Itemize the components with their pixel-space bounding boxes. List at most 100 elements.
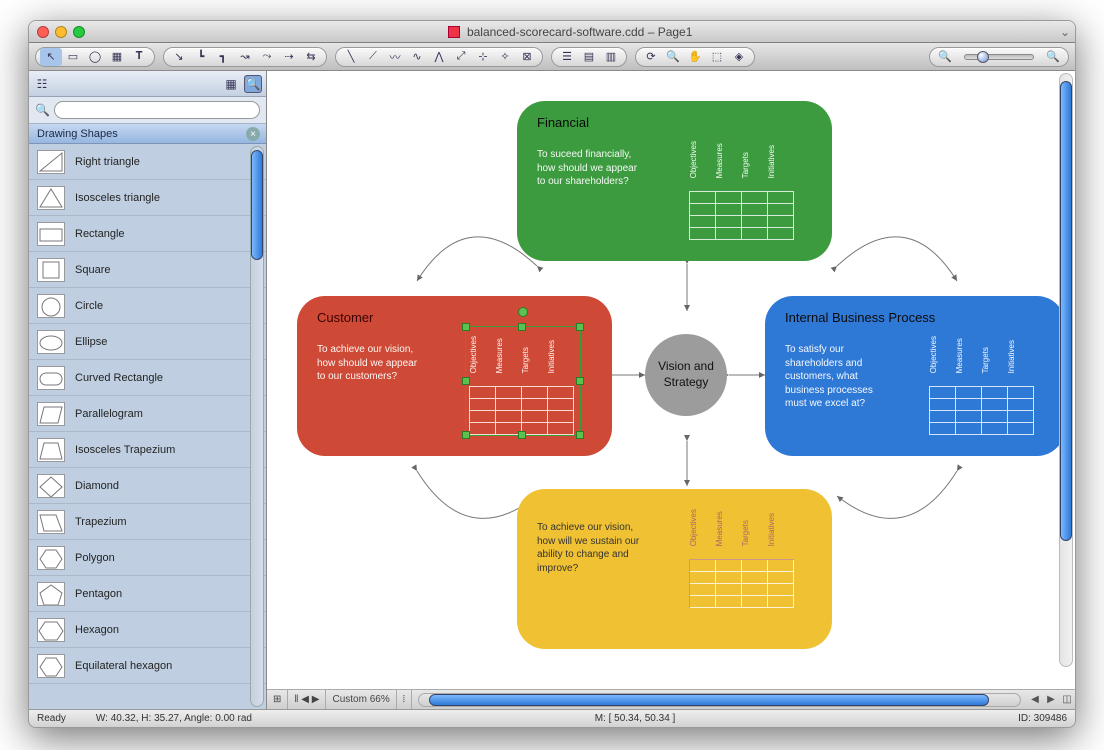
sidebar-header: ☷ ▦ 🔍 [29,71,266,97]
shape-item[interactable]: Pentagon [29,576,266,612]
shape-item[interactable]: Isosceles triangle [29,180,266,216]
shape-label: Equilateral hexagon [75,660,172,672]
hand-tool[interactable]: ✋ [684,48,706,66]
canvas-hscroll-thumb[interactable] [429,694,989,706]
shape-item[interactable]: Square [29,252,266,288]
connector-4[interactable]: ↝ [234,48,256,66]
shape-icon [37,438,65,462]
shape-label: Trapezium [75,516,127,528]
shape-item[interactable]: Equilateral hexagon [29,648,266,684]
align-3[interactable]: ▥ [600,48,622,66]
statusbar: Ready W: 40.32, H: 35.27, Angle: 0.00 ra… [29,709,1075,727]
line-6[interactable]: ⤢ [450,48,472,66]
center-node-vision[interactable]: Vision and Strategy [645,334,727,416]
canvas-footer: ⊞ ‖ ◀ ▶ Custom 66% ⦙ ◀ ▶ ◫ [267,689,1075,709]
hscroll-left[interactable]: ◀ [1027,694,1043,705]
hscroll-right[interactable]: ▶ [1043,694,1059,705]
page-nav[interactable]: ‖ ◀ ▶ [288,690,326,709]
connector-3[interactable]: ┓ [212,48,234,66]
shape-item[interactable]: Isosceles Trapezium [29,432,266,468]
shape-item[interactable]: Parallelogram [29,396,266,432]
status-dimensions: W: 40.32, H: 35.27, Angle: 0.00 rad [96,713,252,724]
connector-1[interactable]: ↘ [168,48,190,66]
shape-label: Rectangle [75,228,125,240]
text-tool[interactable]: 𝐓 [128,48,150,66]
card-desc: To achieve our vision, how will we susta… [537,521,647,575]
window-title: balanced-scorecard-software.cdd – Page1 [85,25,1055,39]
canvas-vscroll-thumb[interactable] [1060,81,1072,541]
connector-7[interactable]: ⇆ [300,48,322,66]
card-desc: To suceed financially, how should we app… [537,148,647,189]
line-8[interactable]: ✧ [494,48,516,66]
shape-item[interactable]: Ellipse [29,324,266,360]
refresh-button[interactable]: ⟳ [640,48,662,66]
shape-label: Hexagon [75,624,119,636]
shape-icon [37,186,65,210]
zoom-slider[interactable] [964,54,1034,60]
card-internal[interactable]: Internal Business Process To satisfy our… [765,296,1065,456]
shape-item[interactable]: Circle [29,288,266,324]
line-4[interactable]: ∿ [406,48,428,66]
footer-corner-icon[interactable]: ◫ [1059,694,1075,705]
minimize-window-button[interactable] [55,26,67,38]
pointer-tool[interactable]: ↖ [40,48,62,66]
line-7[interactable]: ⊹ [472,48,494,66]
tool-group-connectors: ↘ ┗ ┓ ↝ ⤳ ⇢ ⇆ [163,47,327,67]
connector-2[interactable]: ┗ [190,48,212,66]
marquee-tool[interactable]: ⬚ [706,48,728,66]
panel-search-icon[interactable]: 🔍 [244,75,262,93]
section-header-shapes[interactable]: Drawing Shapes × [29,124,266,144]
title-text: balanced-scorecard-software.cdd – Page1 [467,25,692,39]
shape-icon [37,294,65,318]
search-input[interactable] [54,101,260,119]
connector-6[interactable]: ⇢ [278,48,300,66]
shape-item[interactable]: Diamond [29,468,266,504]
shape-item[interactable]: Right triangle [29,144,266,180]
shape-label: Isosceles Trapezium [75,444,175,456]
sidebar-scroll-thumb[interactable] [251,150,263,260]
tool-group-lines: ╲ ⟋ 〰 ∿ ⋀ ⤢ ⊹ ✧ ⊠ [335,47,543,67]
card-financial[interactable]: Financial To suceed financially, how sho… [517,101,832,261]
line-5[interactable]: ⋀ [428,48,450,66]
table-tool[interactable]: ▦ [106,48,128,66]
zoom-display[interactable]: Custom 66% [326,690,396,709]
canvas-hscrollbar[interactable] [418,693,1021,707]
line-3[interactable]: 〰 [384,48,406,66]
section-close-icon[interactable]: × [246,127,260,141]
zoom-tool[interactable]: 🔍 [662,48,684,66]
document-icon [448,26,460,38]
panel-tree-icon[interactable]: ☷ [33,75,51,93]
panel-grid-icon[interactable]: ▦ [222,75,240,93]
line-1[interactable]: ╲ [340,48,362,66]
shape-item[interactable]: Rectangle [29,216,266,252]
footer-toggle-icon[interactable]: ⊞ [267,690,288,709]
align-2[interactable]: ▤ [578,48,600,66]
workspace: ☷ ▦ 🔍 🔍 Drawing Shapes × Right triangle I… [29,71,1075,709]
ellipse-tool[interactable]: ◯ [84,48,106,66]
canvas[interactable]: Vision and Strategy Financial To suceed … [267,71,1075,689]
layers-button[interactable]: ◈ [728,48,750,66]
selection-outline[interactable] [465,326,581,436]
card-customer[interactable]: Customer To achieve our vision, how shou… [297,296,612,456]
card-learning[interactable]: To achieve our vision, how will we susta… [517,489,832,649]
zoom-out-button[interactable]: 🔍 [934,48,956,66]
shape-item[interactable]: Hexagon [29,612,266,648]
zoom-in-button[interactable]: 🔍 [1042,48,1064,66]
line-9[interactable]: ⊠ [516,48,538,66]
shape-item[interactable]: Trapezium [29,504,266,540]
line-2[interactable]: ⟋ [362,48,384,66]
rect-tool[interactable]: ▭ [62,48,84,66]
window-controls [29,26,85,38]
connector-5[interactable]: ⤳ [256,48,278,66]
card-title: Financial [537,115,812,130]
shape-item[interactable]: Polygon [29,540,266,576]
shape-item[interactable]: Curved Rectangle [29,360,266,396]
toolbar-toggle-button[interactable]: ⌄ [1055,25,1075,39]
align-1[interactable]: ☰ [556,48,578,66]
close-window-button[interactable] [37,26,49,38]
shape-label: Parallelogram [75,408,143,420]
zoom-window-button[interactable] [73,26,85,38]
shape-icon [37,258,65,282]
col-head: ObjectivesMeasuresTargetsInitiatives [689,139,793,178]
shape-label: Right triangle [75,156,140,168]
